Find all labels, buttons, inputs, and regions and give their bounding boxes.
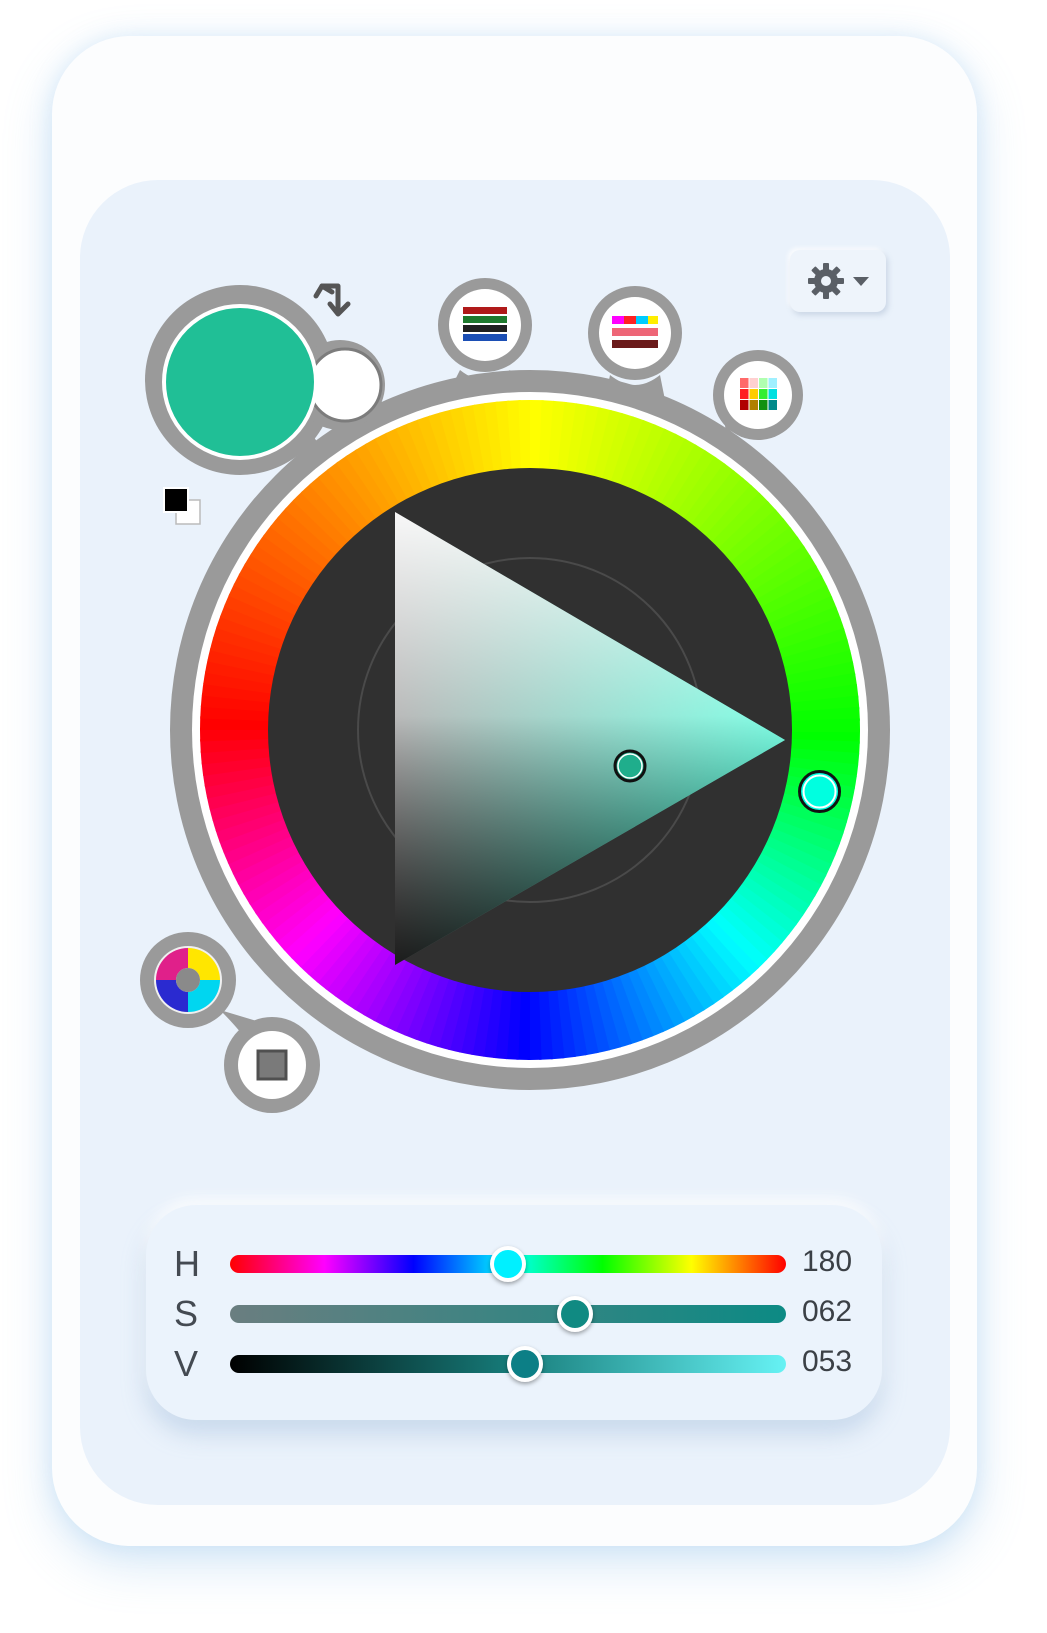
value-value: 053 (802, 1345, 853, 1378)
swatch-cell (740, 400, 749, 410)
swatch-cell (749, 378, 758, 388)
hue-slider-track[interactable] (230, 1246, 786, 1282)
saturation-slider-track[interactable] (230, 1296, 786, 1332)
swatch-cell (759, 378, 768, 388)
swatch-cell (768, 378, 777, 388)
settings-button[interactable] (790, 250, 886, 312)
hue-value: 180 (802, 1245, 853, 1278)
swatch-cell (768, 400, 777, 410)
value-slider-knob[interactable] (506, 1346, 543, 1382)
swatch-cell (759, 389, 768, 399)
swatch-cell (749, 389, 758, 399)
previous-color-swatch[interactable] (307, 347, 383, 423)
square-mode-icon[interactable] (238, 1031, 306, 1099)
saturation-slider-row: S 062 (146, 1289, 882, 1339)
swatch-cell (740, 389, 749, 399)
value-label: V (174, 1343, 199, 1384)
hue-label: H (174, 1243, 200, 1284)
swatch-cell (759, 400, 768, 410)
swap-arrows-icon[interactable] (313, 283, 351, 317)
value-slider-track[interactable] (230, 1346, 786, 1382)
hue-slider-knob[interactable] (490, 1246, 526, 1282)
hue-marker[interactable] (798, 770, 842, 814)
saturation-slider-knob[interactable] (556, 1296, 593, 1332)
saturation-label: S (174, 1293, 199, 1334)
hue-slider-row: H 180 (146, 1239, 882, 1289)
swatch-grid-icon[interactable] (724, 361, 792, 429)
gear-icon (808, 263, 844, 299)
chevron-down-icon (853, 277, 869, 286)
saturation-value: 062 (802, 1295, 853, 1328)
sv-selection-dot[interactable] (613, 749, 647, 783)
current-color-swatch[interactable] (162, 304, 318, 460)
color-bars-icon[interactable] (449, 289, 521, 361)
swatch-cell (768, 389, 777, 399)
swatch-cell (749, 400, 758, 410)
color-wheel-mode-icon[interactable] (154, 946, 222, 1014)
value-slider-row: V 053 (146, 1339, 882, 1389)
gradient-bars-icon[interactable] (599, 297, 671, 369)
black-white-reset-icon[interactable] (163, 487, 201, 525)
hsv-sliders-panel: H 180 S 062 V 053 (146, 1205, 882, 1420)
swatch-cell (740, 378, 749, 388)
